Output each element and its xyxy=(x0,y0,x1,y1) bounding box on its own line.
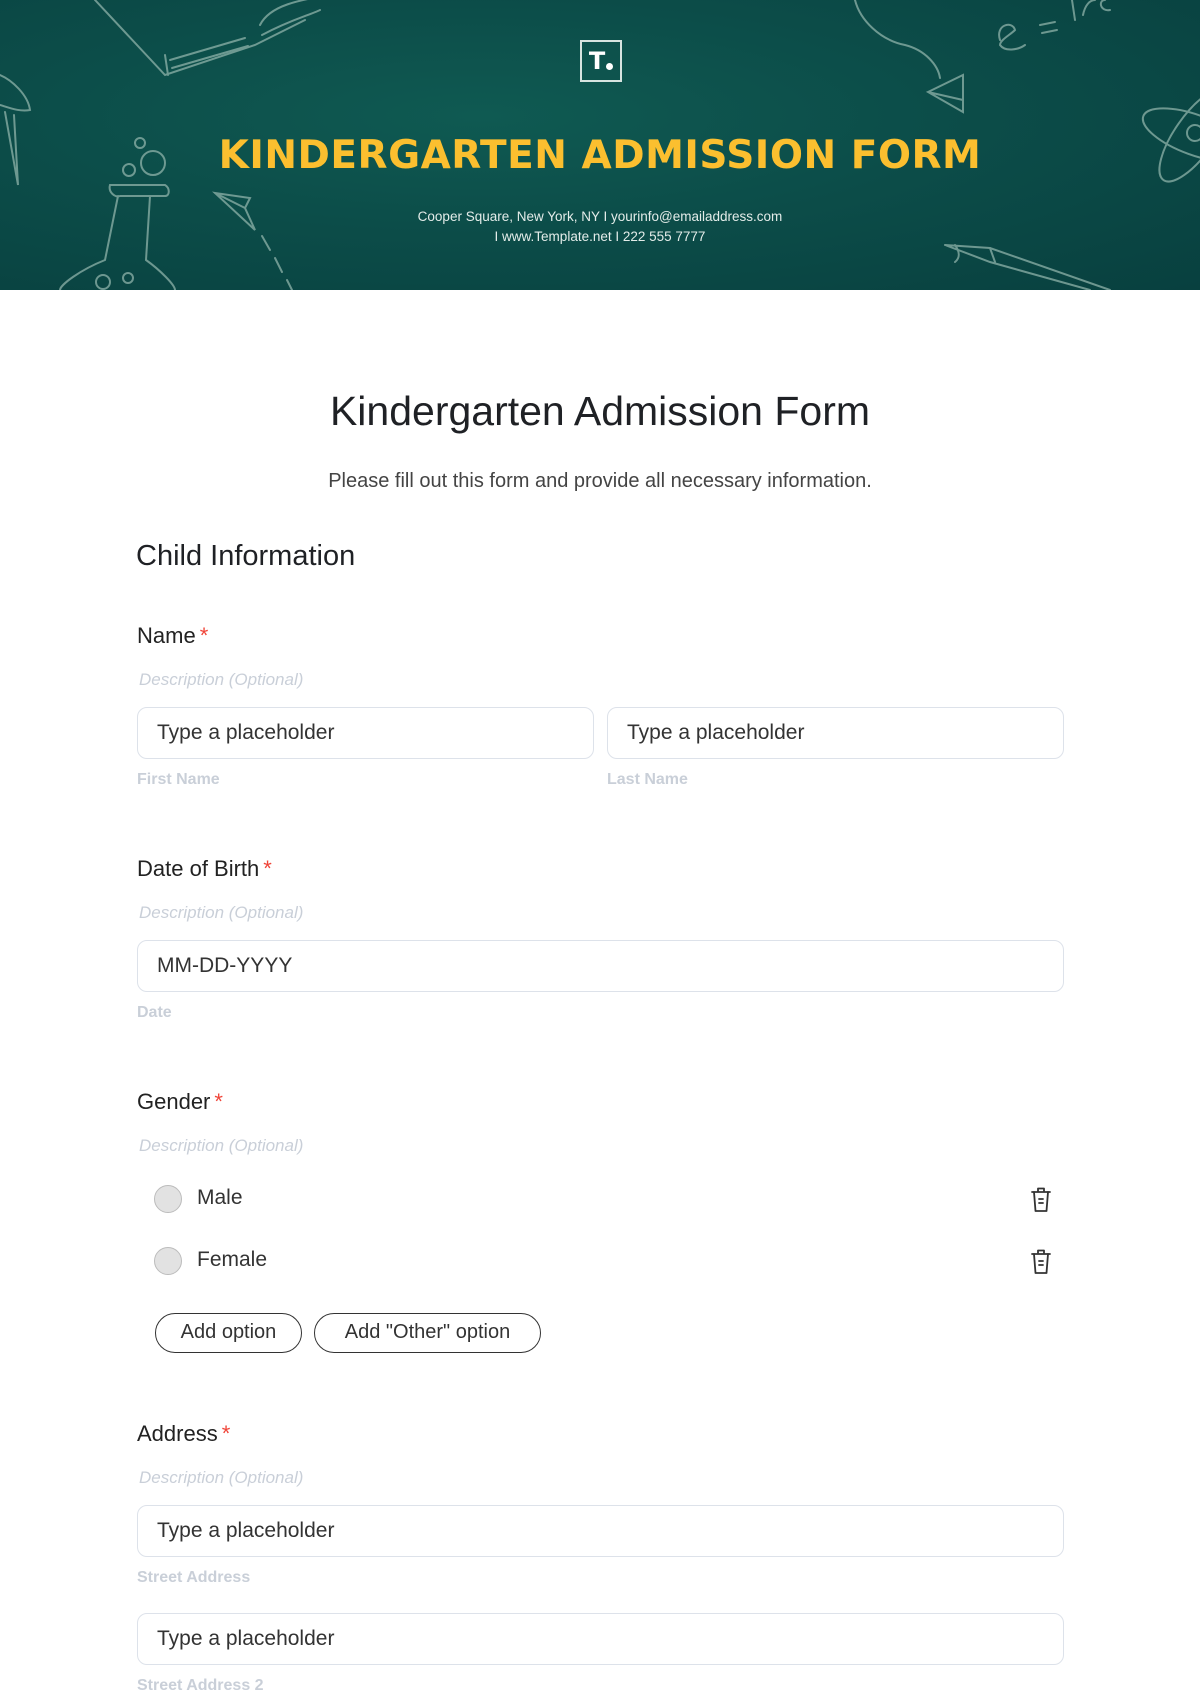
gender-label-text: Gender xyxy=(137,1089,211,1114)
name-description[interactable]: Description (Optional) xyxy=(139,670,303,690)
required-marker: * xyxy=(214,1089,223,1114)
trash-icon[interactable] xyxy=(1029,1248,1053,1276)
header-contact: Cooper Square, New York, NY I yourinfo@e… xyxy=(0,207,1200,247)
form-title[interactable]: Kindergarten Admission Form xyxy=(0,388,1200,435)
last-name-sublabel[interactable]: Last Name xyxy=(607,771,688,789)
street-address-input[interactable]: Type a placeholder xyxy=(137,1505,1064,1557)
last-name-input[interactable]: Type a placeholder xyxy=(607,707,1064,759)
contact-line-1: Cooper Square, New York, NY I yourinfo@e… xyxy=(417,209,783,224)
required-marker: * xyxy=(221,1421,231,1446)
gender-description[interactable]: Description (Optional) xyxy=(139,1136,303,1156)
dob-sublabel[interactable]: Date xyxy=(137,1004,172,1022)
name-label-text: Name xyxy=(137,623,196,648)
logo-letter: T xyxy=(588,47,606,75)
gender-option-male[interactable]: Male xyxy=(154,1183,1054,1217)
section-title[interactable]: Child Information xyxy=(136,540,355,573)
street-address-2-input[interactable]: Type a placeholder xyxy=(137,1613,1064,1665)
dob-description[interactable]: Description (Optional) xyxy=(139,903,303,923)
add-option-button[interactable]: Add option xyxy=(155,1313,302,1353)
first-name-sublabel[interactable]: First Name xyxy=(137,771,220,789)
dob-label-text: Date of Birth xyxy=(137,856,260,881)
add-other-option-button[interactable]: Add "Other" option xyxy=(314,1313,541,1353)
address-description[interactable]: Description (Optional) xyxy=(139,1468,303,1488)
street-address-2-sublabel[interactable]: Street Address 2 xyxy=(137,1677,264,1695)
header-banner: T KINDERGARTEN ADMISSION FORM Cooper Squ… xyxy=(0,0,1200,290)
required-marker: * xyxy=(199,623,209,648)
dob-field-label[interactable]: Date of Birth * xyxy=(137,856,272,882)
option-label[interactable]: Female xyxy=(197,1248,267,1272)
radio-button[interactable] xyxy=(154,1185,182,1213)
trash-icon[interactable] xyxy=(1029,1186,1053,1214)
radio-button[interactable] xyxy=(154,1247,182,1275)
header-title: KINDERGARTEN ADMISSION FORM xyxy=(218,133,982,178)
gender-field-label[interactable]: Gender * xyxy=(137,1089,223,1115)
dob-input[interactable]: MM-DD-YYYY xyxy=(137,940,1064,992)
address-label-text: Address xyxy=(137,1421,218,1446)
required-marker: * xyxy=(263,856,272,881)
contact-line-2: I www.Template.net I 222 555 7777 xyxy=(494,229,706,244)
address-field-label[interactable]: Address * xyxy=(137,1421,230,1447)
first-name-input[interactable]: Type a placeholder xyxy=(137,707,594,759)
street-address-sublabel[interactable]: Street Address xyxy=(137,1569,250,1587)
form-subtitle[interactable]: Please fill out this form and provide al… xyxy=(0,470,1200,493)
option-label[interactable]: Male xyxy=(197,1186,243,1210)
logo-dot xyxy=(606,62,614,70)
gender-option-female[interactable]: Female xyxy=(154,1245,1054,1279)
template-logo: T xyxy=(580,40,622,82)
name-field-label[interactable]: Name * xyxy=(137,623,208,649)
